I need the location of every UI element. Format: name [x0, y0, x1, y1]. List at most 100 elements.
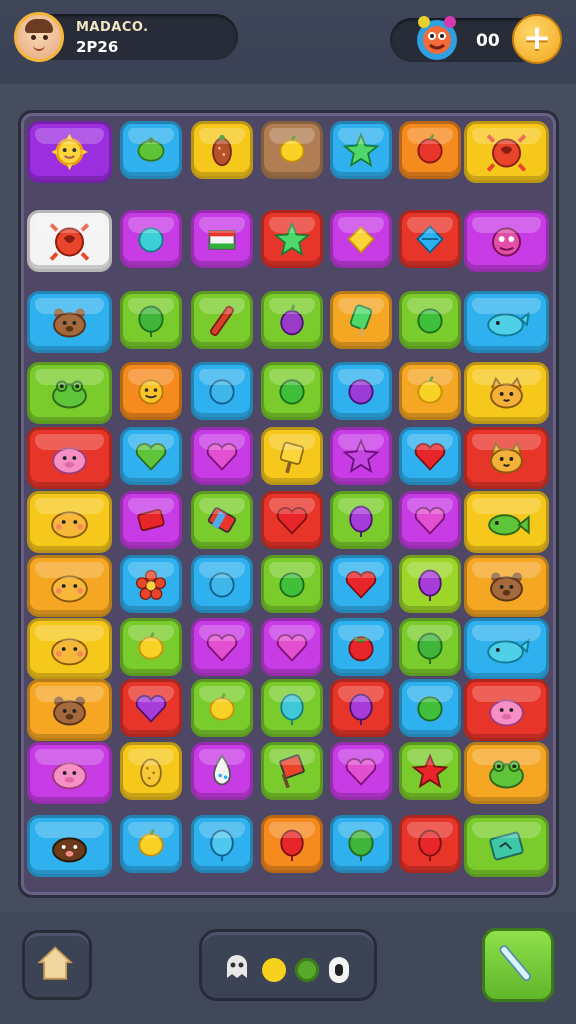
board-tile[interactable] — [27, 742, 112, 804]
board-tile[interactable] — [27, 555, 112, 617]
blue-orb-icon — [209, 379, 235, 405]
board-tile[interactable] — [464, 210, 549, 272]
board-tile[interactable] — [120, 815, 182, 873]
cat-face-icon — [490, 441, 523, 474]
purple-balloon-icon — [349, 505, 373, 538]
candy-block-icon — [207, 507, 237, 533]
board-tile[interactable] — [120, 742, 182, 800]
board-tile[interactable] — [464, 742, 549, 804]
board-tile[interactable] — [261, 121, 323, 179]
board-tile[interactable] — [464, 618, 549, 680]
tool-button[interactable] — [482, 928, 554, 1002]
wand-icon — [499, 945, 532, 982]
ghost-icon[interactable] — [222, 952, 252, 982]
board-tile[interactable] — [261, 427, 323, 485]
board-tile[interactable] — [27, 291, 112, 353]
board-tile[interactable] — [191, 555, 253, 613]
board-tile[interactable] — [120, 121, 182, 179]
player-avatar[interactable] — [14, 12, 64, 62]
board-tile[interactable] — [27, 121, 112, 183]
board-tile[interactable] — [27, 618, 112, 680]
board-tile[interactable] — [191, 427, 253, 485]
board-tile[interactable] — [464, 362, 549, 424]
board-tile[interactable] — [120, 362, 182, 420]
board-tile[interactable] — [330, 491, 392, 549]
board-tile[interactable] — [330, 618, 392, 676]
board-tile[interactable] — [261, 679, 323, 737]
board-tile[interactable] — [330, 291, 392, 349]
board-tile[interactable] — [399, 679, 461, 737]
board-tile[interactable] — [330, 679, 392, 737]
board-tile[interactable] — [261, 362, 323, 420]
board-tile[interactable] — [27, 427, 112, 489]
red-heart-icon — [276, 507, 308, 535]
speckled-egg-icon — [140, 758, 162, 788]
board-tile[interactable] — [261, 618, 323, 676]
board-tile[interactable] — [464, 491, 549, 553]
board-tile[interactable] — [191, 121, 253, 179]
board-tile[interactable] — [27, 210, 112, 272]
board-tile[interactable] — [261, 742, 323, 800]
board-tile[interactable] — [120, 679, 182, 737]
dragon-emblem-icon — [492, 227, 521, 257]
board-tile[interactable] — [191, 362, 253, 420]
board-tile[interactable] — [27, 491, 112, 553]
board-tile[interactable] — [120, 427, 182, 485]
board-tile[interactable] — [399, 742, 461, 800]
board-tile[interactable] — [464, 815, 549, 877]
board-tile[interactable] — [330, 362, 392, 420]
green-dot-icon[interactable] — [295, 958, 319, 982]
board-tile[interactable] — [261, 491, 323, 549]
board-tile[interactable] — [399, 815, 461, 873]
eye-dot-icon[interactable] — [329, 957, 349, 983]
board-tile[interactable] — [330, 742, 392, 800]
board-tile[interactable] — [464, 427, 549, 489]
board-tile[interactable] — [330, 427, 392, 485]
board-tile[interactable] — [399, 491, 461, 549]
teal-balloon-icon — [280, 693, 304, 726]
board-tile[interactable] — [261, 210, 323, 268]
board-tile[interactable] — [399, 291, 461, 349]
board-tile[interactable] — [191, 742, 253, 800]
board-tile[interactable] — [120, 555, 182, 613]
hamster-face-icon — [51, 638, 88, 666]
board-tile[interactable] — [27, 362, 112, 424]
board-tile[interactable] — [464, 121, 549, 183]
board-tile[interactable] — [120, 491, 182, 549]
board-tile[interactable] — [120, 210, 182, 268]
board-tile[interactable] — [261, 291, 323, 349]
board-tile[interactable] — [399, 210, 461, 268]
board-tile[interactable] — [330, 210, 392, 268]
board-tile[interactable] — [399, 618, 461, 676]
board-tile[interactable] — [191, 679, 253, 737]
board-tile[interactable] — [464, 291, 549, 353]
board-tile[interactable] — [191, 815, 253, 873]
player-panel[interactable]: MADACO. 2P26 — [14, 12, 238, 62]
board-tile[interactable] — [261, 555, 323, 613]
home-button[interactable] — [22, 930, 92, 1000]
board-tile[interactable] — [330, 121, 392, 179]
board-tile[interactable] — [464, 555, 549, 617]
board-tile[interactable] — [330, 815, 392, 873]
pink-heart-icon — [345, 758, 377, 786]
board-tile[interactable] — [464, 679, 549, 741]
board-tile[interactable] — [399, 121, 461, 179]
pink-heart-icon — [206, 443, 238, 471]
stick-icon — [209, 305, 235, 337]
board-tile[interactable] — [191, 210, 253, 268]
board-tile[interactable] — [399, 362, 461, 420]
board-tile[interactable] — [120, 618, 182, 676]
mole-face-icon — [52, 837, 87, 863]
board-tile[interactable] — [120, 291, 182, 349]
board-tile[interactable] — [191, 291, 253, 349]
yellow-dot-icon[interactable] — [262, 958, 286, 982]
board-tile[interactable] — [191, 618, 253, 676]
board-tile[interactable] — [27, 679, 112, 741]
board-tile[interactable] — [191, 491, 253, 549]
board-tile[interactable] — [27, 815, 112, 877]
add-currency-button[interactable]: + — [512, 14, 562, 64]
board-tile[interactable] — [399, 427, 461, 485]
board-tile[interactable] — [330, 555, 392, 613]
board-tile[interactable] — [261, 815, 323, 873]
board-tile[interactable] — [399, 555, 461, 613]
